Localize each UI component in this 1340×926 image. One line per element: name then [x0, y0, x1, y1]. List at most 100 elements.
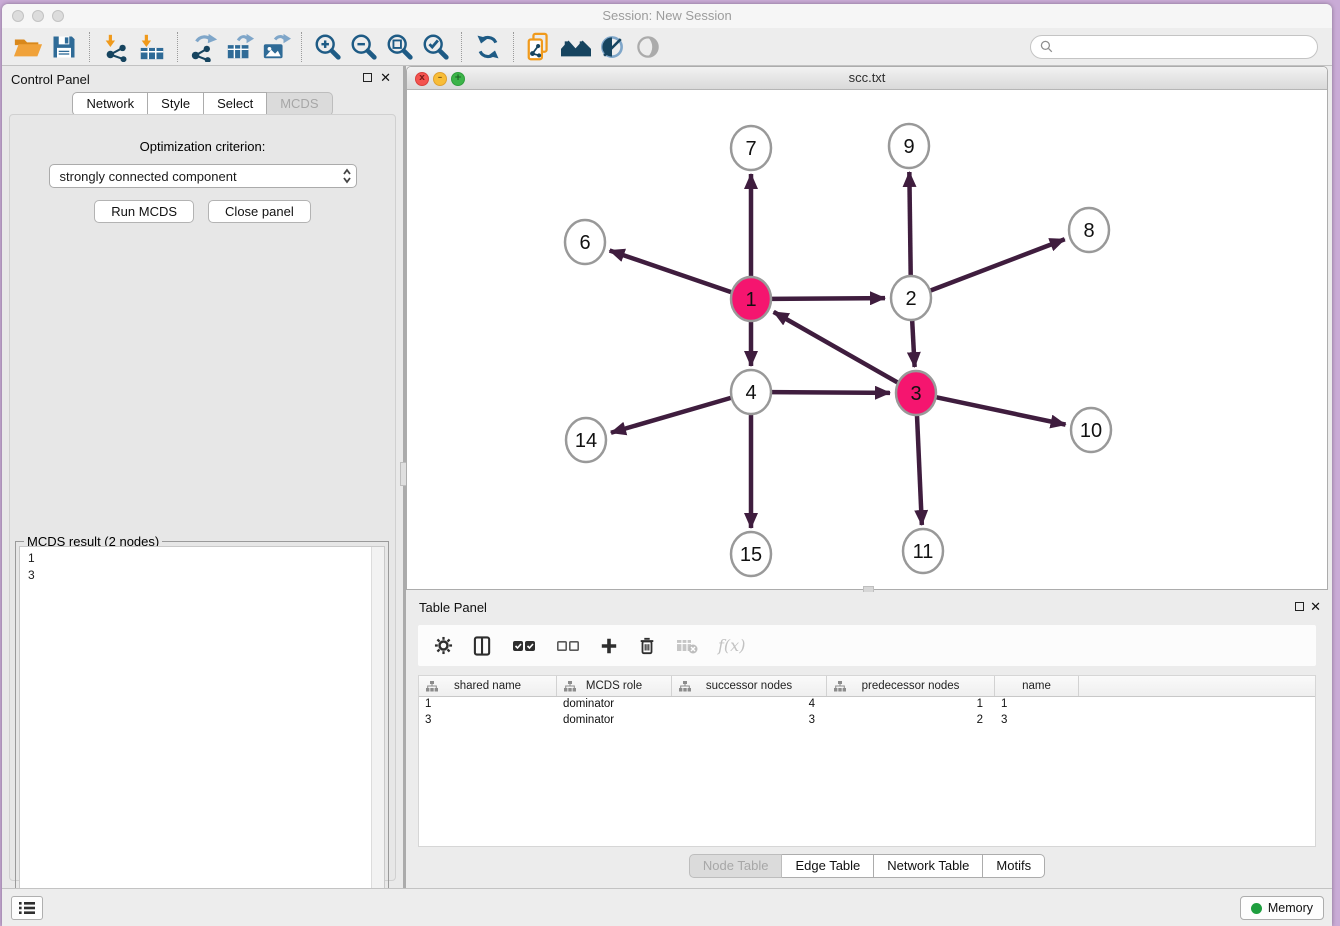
column-layout-icon[interactable] [473, 636, 492, 656]
column-header-successor-nodes[interactable]: successor nodes [672, 676, 827, 696]
table-cell[interactable]: 3 [672, 713, 827, 729]
column-header-MCDS-role[interactable]: MCDS role [557, 676, 672, 696]
graph-node-8[interactable]: 8 [1069, 208, 1109, 252]
graph-edge-2-8[interactable] [931, 239, 1065, 290]
mcds-result-item[interactable]: 1 [28, 550, 384, 567]
tab-motifs[interactable]: Motifs [983, 854, 1045, 878]
column-header-name[interactable]: name [995, 676, 1079, 696]
table-row[interactable]: 3dominator323 [419, 713, 1315, 729]
graph-edge-3-1[interactable] [774, 312, 898, 383]
criterion-select[interactable]: strongly connected component [49, 164, 357, 188]
toggle-graphics-details-icon[interactable] [594, 30, 630, 64]
title-bar: Session: New Session [2, 4, 1332, 29]
graph-edge-3-10[interactable] [937, 397, 1066, 424]
birds-eye-view-icon[interactable] [630, 30, 666, 64]
search-box[interactable] [1030, 35, 1318, 59]
graph-node-6[interactable]: 6 [565, 220, 605, 264]
reset-layout-home-icon[interactable] [558, 30, 594, 64]
graph-node-7[interactable]: 7 [731, 126, 771, 170]
graph-edge-4-14[interactable] [611, 398, 731, 433]
export-image-icon[interactable] [258, 30, 294, 64]
network-graph-canvas[interactable]: 7 9 6 8 1 2 4 3 14 10 15 11 [407, 90, 1327, 590]
app-window: Session: New Session [2, 4, 1332, 926]
table-row[interactable]: 1dominator411 [419, 697, 1315, 713]
open-session-icon[interactable] [10, 30, 46, 64]
graph-edge-2-9[interactable] [909, 172, 910, 277]
svg-text:6: 6 [579, 232, 590, 254]
table-cell[interactable]: dominator [557, 697, 672, 713]
tab-network-table[interactable]: Network Table [874, 854, 983, 878]
import-network-icon[interactable] [98, 30, 134, 64]
delete-column-icon[interactable] [638, 636, 656, 656]
mcds-result-item[interactable]: 3 [28, 567, 384, 584]
tab-style[interactable]: Style [148, 92, 204, 116]
memory-status-icon [1251, 903, 1262, 914]
close-panel-button[interactable]: Close panel [208, 200, 311, 223]
deselect-all-rows-icon[interactable] [556, 638, 580, 654]
graph-node-4[interactable]: 4 [731, 370, 771, 414]
graph-node-10[interactable]: 10 [1071, 408, 1111, 452]
select-all-rows-icon[interactable] [512, 638, 536, 654]
result-scrollbar[interactable] [371, 547, 384, 916]
refresh-layout-icon[interactable] [470, 30, 506, 64]
table-cell[interactable]: 2 [827, 713, 995, 729]
table-cell[interactable]: 3 [995, 713, 1079, 729]
tab-select[interactable]: Select [204, 92, 267, 116]
save-session-icon[interactable] [46, 30, 82, 64]
graph-edge-1-2[interactable] [772, 298, 885, 299]
memory-button[interactable]: Memory [1240, 896, 1324, 920]
graph-edge-1-6[interactable] [610, 250, 732, 292]
table-cell[interactable]: 3 [419, 713, 557, 729]
run-mcds-button[interactable]: Run MCDS [94, 200, 194, 223]
column-header-shared-name[interactable]: shared name [419, 676, 557, 696]
graph-node-14[interactable]: 14 [566, 418, 606, 462]
graph-node-1[interactable]: 1 [731, 277, 771, 321]
graph-edge-4-3[interactable] [772, 392, 890, 393]
graph-node-9[interactable]: 9 [889, 124, 929, 168]
add-column-icon[interactable] [600, 637, 618, 655]
graph-node-2[interactable]: 2 [891, 276, 931, 320]
tab-mcds[interactable]: MCDS [267, 92, 332, 116]
main-toolbar [2, 28, 1332, 66]
column-settings-icon[interactable] [434, 636, 453, 655]
tab-network[interactable]: Network [72, 92, 148, 116]
close-panel-icon[interactable]: ✕ [380, 70, 391, 86]
table-cell[interactable]: 4 [672, 697, 827, 713]
column-header-predecessor-nodes[interactable]: predecessor nodes [827, 676, 995, 696]
graph-node-11[interactable]: 11 [903, 529, 943, 573]
select-stepper-icon [342, 168, 352, 184]
graph-edge-3-11[interactable] [917, 414, 922, 525]
zoom-out-icon[interactable] [346, 30, 382, 64]
graph-node-3[interactable]: 3 [896, 371, 936, 415]
mcds-result-list[interactable]: 13 [19, 546, 385, 917]
zoom-selected-icon[interactable] [418, 30, 454, 64]
close-panel-icon[interactable]: ✕ [1310, 599, 1321, 615]
table-cell[interactable]: dominator [557, 713, 672, 729]
svg-text:2: 2 [905, 288, 916, 310]
control-panel-tabs: NetworkStyleSelectMCDS [2, 92, 403, 116]
table-cell[interactable]: 1 [419, 697, 557, 713]
table-cell[interactable]: 1 [995, 697, 1079, 713]
task-history-button[interactable] [11, 896, 43, 920]
float-panel-icon[interactable] [363, 73, 372, 82]
toolbar-separator [513, 32, 515, 62]
table-cell[interactable]: 1 [827, 697, 995, 713]
zoom-in-icon[interactable] [310, 30, 346, 64]
search-input[interactable] [1059, 39, 1317, 55]
float-panel-icon[interactable] [1295, 602, 1304, 611]
tab-edge-table[interactable]: Edge Table [782, 854, 874, 878]
table-toolbar: f(x) [418, 625, 1316, 666]
graph-edge-2-3[interactable] [912, 319, 915, 367]
graph-node-15[interactable]: 15 [731, 532, 771, 576]
export-table-icon[interactable] [222, 30, 258, 64]
tab-node-table[interactable]: Node Table [689, 854, 783, 878]
zoom-fit-icon[interactable] [382, 30, 418, 64]
clone-network-icon[interactable] [522, 30, 558, 64]
import-table-icon[interactable] [134, 30, 170, 64]
network-title: scc.txt [407, 70, 1327, 85]
search-icon [1039, 39, 1055, 55]
mcds-pane: Optimization criterion: strongly connect… [9, 114, 396, 881]
export-network-icon[interactable] [186, 30, 222, 64]
list-icon [18, 901, 36, 915]
network-window-titlebar[interactable]: x – + scc.txt [407, 67, 1327, 90]
